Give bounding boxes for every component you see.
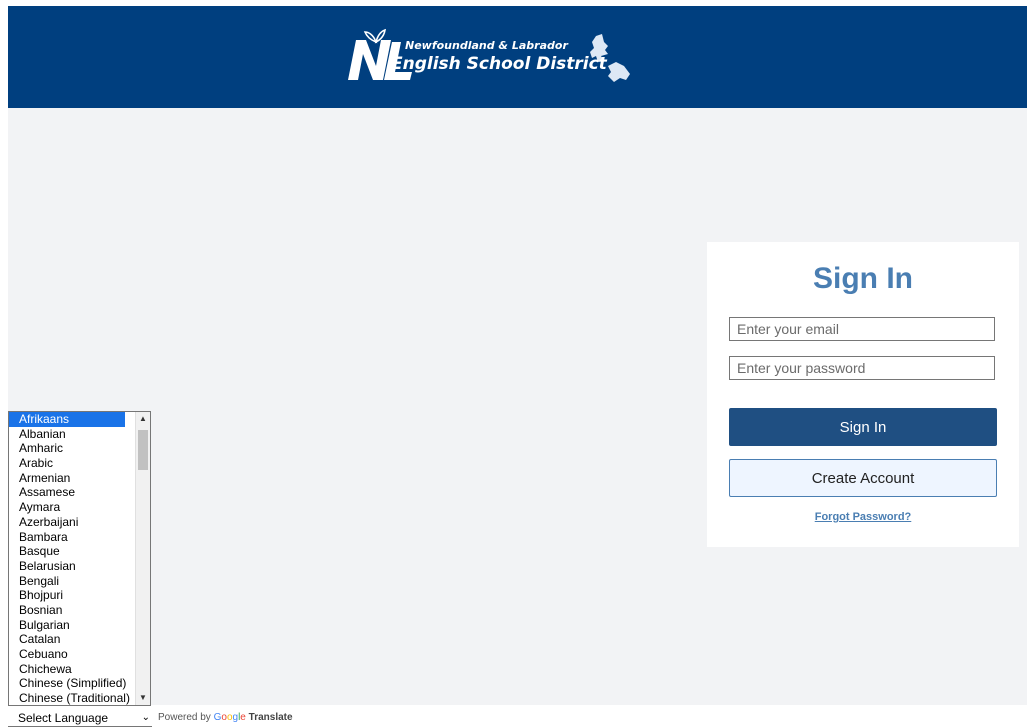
language-select-value: Select Language [18, 711, 109, 725]
language-option[interactable]: Amharic [9, 441, 125, 456]
language-options: Afrikaans Albanian Amharic Arabic Armenian As… [9, 412, 150, 705]
signin-card: Sign In Sign In Create Account Forgot Pa… [707, 242, 1019, 547]
language-option[interactable]: Chichewa [9, 662, 125, 677]
language-option[interactable]: Assamese [9, 485, 125, 500]
create-account-button[interactable]: Create Account [729, 459, 997, 497]
language-option[interactable]: Catalan [9, 632, 125, 647]
triangle-down-icon[interactable]: ▼ [136, 691, 150, 705]
language-option[interactable]: Basque [9, 544, 125, 559]
language-select[interactable]: Select Language ⌄ [8, 709, 152, 727]
language-option[interactable]: Bengali [9, 574, 125, 589]
language-option[interactable]: Aymara [9, 500, 125, 515]
language-option[interactable]: Belarusian [9, 559, 125, 574]
page: Newfoundland & Labrador English School D… [0, 0, 1027, 727]
powered-by-google[interactable]: Powered by Google Translate [158, 712, 293, 723]
logo-title-top: Newfoundland & Labrador [405, 39, 568, 52]
google-wordmark: Google [214, 712, 246, 723]
language-option[interactable]: Chinese (Traditional) [9, 691, 130, 705]
language-option[interactable]: Armenian [9, 471, 125, 486]
triangle-up-icon[interactable]: ▲ [136, 412, 150, 426]
language-option[interactable]: Bulgarian [9, 618, 125, 633]
powered-by-text: Powered by [158, 712, 211, 723]
language-option[interactable]: Cebuano [9, 647, 125, 662]
language-listbox[interactable]: Afrikaans Albanian Amharic Arabic Armenian As… [8, 411, 151, 706]
language-option[interactable]: Chinese (Simplified) [9, 676, 126, 691]
chevron-down-icon: ⌄ [141, 712, 150, 723]
email-field[interactable] [729, 317, 995, 341]
signin-title: Sign In [813, 262, 913, 295]
language-option[interactable]: Azerbaijani [9, 515, 125, 530]
google-letter: e [240, 712, 246, 723]
language-option[interactable]: Bambara [9, 530, 125, 545]
password-field[interactable] [729, 356, 995, 380]
translate-word: Translate [248, 712, 293, 723]
language-option[interactable]: Arabic [9, 456, 125, 471]
google-translate-bar: Select Language ⌄ Powered by Google Tran… [8, 709, 408, 727]
site-header: Newfoundland & Labrador English School D… [8, 6, 1027, 108]
scroll-thumb[interactable] [138, 430, 148, 470]
district-logo[interactable]: Newfoundland & Labrador English School D… [346, 28, 636, 90]
logo-title-main: English School District [391, 54, 607, 74]
language-option[interactable]: Albanian [9, 427, 125, 442]
signin-button[interactable]: Sign In [729, 408, 997, 446]
language-option[interactable]: Bhojpuri [9, 588, 125, 603]
forgot-password-link[interactable]: Forgot Password? [707, 511, 1019, 523]
language-option[interactable]: Afrikaans [9, 412, 125, 427]
language-list-scrollbar[interactable]: ▲ ▼ [135, 412, 150, 705]
language-option[interactable]: Bosnian [9, 603, 125, 618]
